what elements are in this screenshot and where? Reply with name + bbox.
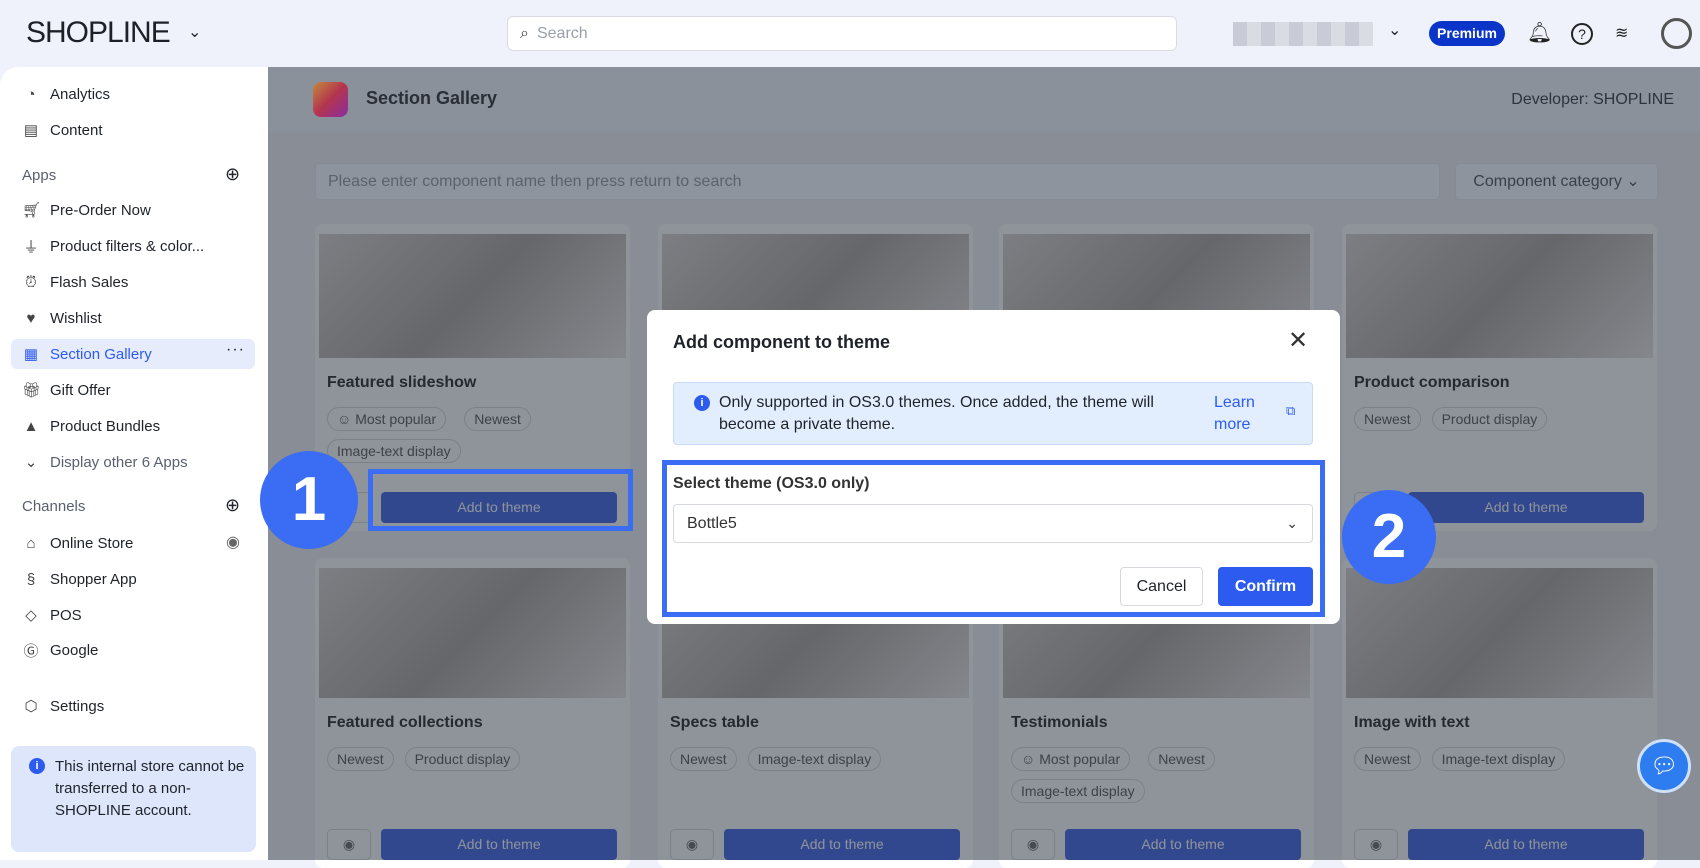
tag-icon: ◇: [25, 607, 37, 624]
sidebar-item-section-gallery[interactable]: ▦ Section Gallery: [22, 343, 152, 365]
sidebar-item-shopper-app[interactable]: § Shopper App: [22, 568, 137, 590]
cart-clock-icon: 🛒︎: [22, 202, 42, 219]
highlight-select-confirm: [662, 460, 1325, 617]
filter-icon: ⏚: [23, 238, 39, 256]
sidebar-item-gift-offer[interactable]: 🎁︎ Gift Offer: [22, 379, 111, 401]
top-bar: SHOPLINE ⌄ ⌕ Search ⌄ Premium 🔔︎ ? ≋: [0, 0, 1700, 67]
channels-heading: Channels: [22, 498, 86, 515]
sidebar: ◔ Analytics ▤ Content Apps ⊕ 🛒︎ Pre-Order N…: [0, 67, 268, 860]
alarm-clock-icon: ⏰︎: [25, 273, 37, 291]
notice-text: Only supported in OS3.0 themes. Once add…: [719, 394, 1154, 433]
info-icon: i: [694, 395, 710, 411]
shopper-app-icon: §: [26, 570, 36, 588]
sidebar-item-pos[interactable]: ◇ POS: [22, 604, 81, 626]
highlight-add-to-theme: [368, 469, 633, 531]
chevron-down-icon: ⌄: [24, 454, 38, 471]
store-name-blurred[interactable]: [1233, 22, 1373, 46]
gift-icon: 🎁︎: [22, 382, 42, 399]
store-notice: i This internal store cannot be transfer…: [11, 746, 256, 852]
component-search-input[interactable]: Please enter component name then press r…: [315, 163, 1440, 200]
premium-badge[interactable]: Premium: [1429, 21, 1505, 46]
more-options-icon[interactable]: ···: [226, 341, 245, 359]
eye-icon[interactable]: ◉: [226, 532, 240, 552]
bell-icon[interactable]: 🔔︎: [1527, 20, 1552, 45]
chevron-down-icon: ⌄: [1626, 173, 1640, 190]
page-header: Section Gallery Developer: SHOPLINE: [268, 67, 1700, 132]
gift-bag-icon: ♥: [26, 309, 36, 327]
modal-title: Add component to theme: [673, 332, 890, 352]
sidebar-item-flash-sales[interactable]: ⏰︎ Flash Sales: [22, 271, 128, 293]
sidebar-item-settings[interactable]: ⬡ Settings: [22, 695, 104, 717]
sidebar-item-wishlist[interactable]: ♥ Wishlist: [22, 307, 102, 329]
apps-heading: Apps: [22, 167, 57, 184]
settings-icon: ⬡: [24, 698, 38, 715]
sidebar-item-online-store[interactable]: ⌂ Online Store: [22, 532, 133, 554]
bag-icon: ▲: [23, 417, 39, 435]
page-title: Section Gallery: [366, 88, 498, 108]
external-link-icon[interactable]: ⧉: [1286, 403, 1295, 419]
document-icon: ▤: [23, 122, 39, 139]
developer-label: Developer: SHOPLINE: [1511, 91, 1674, 108]
sidebar-item-google[interactable]: Ⓖ Google: [22, 639, 98, 661]
step-1-marker: 1: [260, 451, 358, 549]
close-icon[interactable]: ✕: [1288, 326, 1308, 355]
add-app-icon[interactable]: ⊕: [225, 164, 240, 185]
store-chevron-down-icon[interactable]: ⌄: [1388, 20, 1401, 40]
search-icon: ⌕: [520, 24, 529, 42]
shopline-logo[interactable]: SHOPLINE: [26, 16, 171, 50]
os3-notice: i Only supported in OS3.0 themes. Once a…: [673, 382, 1313, 445]
app-logo-icon: [313, 82, 348, 117]
chat-support-button[interactable]: 💬︎: [1637, 739, 1691, 793]
chevron-down-icon[interactable]: ⌄: [188, 22, 201, 42]
sidebar-item-pre-order[interactable]: 🛒︎ Pre-Order Now: [22, 199, 151, 221]
store-icon: ⌂: [26, 534, 36, 552]
add-channel-icon[interactable]: ⊕: [225, 495, 240, 516]
component-category-dropdown[interactable]: Component category ⌄: [1455, 163, 1658, 200]
wifi-icon[interactable]: ≋: [1615, 23, 1628, 43]
sidebar-item-product-bundles[interactable]: ▲ Product Bundles: [22, 415, 161, 437]
grid-plus-icon: ▦: [23, 346, 39, 363]
sidebar-item-product-filters[interactable]: ⏚ Product filters & color...: [22, 235, 204, 257]
help-icon[interactable]: ?: [1571, 23, 1593, 45]
info-icon: i: [29, 758, 45, 774]
learn-more-link[interactable]: Learn more: [1214, 392, 1274, 436]
step-2-marker: 2: [1342, 490, 1436, 584]
sidebar-item-content[interactable]: ▤ Content: [22, 119, 103, 141]
google-icon: Ⓖ: [23, 642, 39, 660]
chart-pie-icon: ◔: [26, 85, 36, 103]
avatar[interactable]: [1661, 18, 1692, 49]
display-other-apps[interactable]: ⌄ Display other 6 Apps: [22, 451, 188, 473]
search-input[interactable]: ⌕ Search: [507, 16, 1177, 51]
sidebar-item-analytics[interactable]: ◔ Analytics: [22, 83, 110, 105]
